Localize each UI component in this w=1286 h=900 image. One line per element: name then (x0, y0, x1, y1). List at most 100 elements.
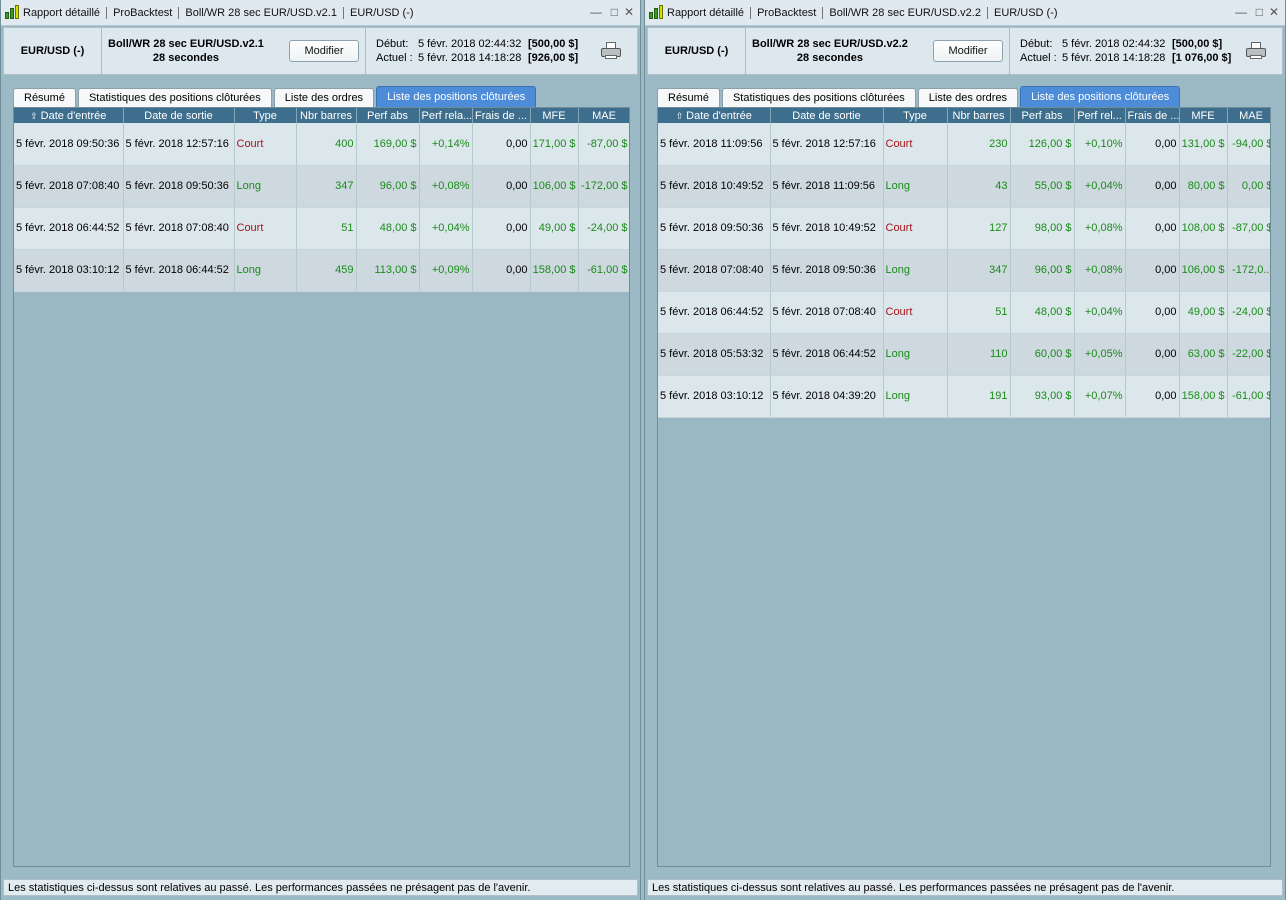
cell-mfe: 131,00 $ (1179, 123, 1228, 166)
cell-bar-count: 191 (947, 375, 1011, 418)
cell-type: Court (883, 291, 948, 334)
tab-closed-position-stats[interactable]: Statistiques des positions clôturées (721, 88, 916, 107)
column-header-type[interactable]: Type (883, 108, 948, 123)
column-header-bar-count[interactable]: Nbr barres (296, 108, 357, 123)
cell-bar-count: 43 (947, 165, 1011, 208)
cell-perf-abs: 60,00 $ (1010, 333, 1075, 376)
table-row[interactable]: 5 févr. 2018 11:09:56 5 févr. 2018 12:57:… (658, 123, 1270, 166)
minimize-icon[interactable]: — (590, 5, 602, 19)
modify-button[interactable]: Modifier (289, 40, 359, 62)
tab-closed-position-stats[interactable]: Statistiques des positions clôturées (77, 88, 272, 107)
column-header-mfe[interactable]: MFE (1179, 108, 1228, 123)
column-header-label: Date d'entrée (686, 109, 752, 122)
tab-order-list[interactable]: Liste des ordres (917, 88, 1019, 107)
printer-icon[interactable] (1246, 42, 1266, 60)
cell-exit-date: 5 févr. 2018 07:08:40 (123, 207, 235, 250)
table-header-row: ⇧ Date d'entrée Date de sortie Type Nbr barr… (14, 108, 629, 123)
column-header-perf-abs[interactable]: Perf abs (1010, 108, 1075, 123)
maximize-icon[interactable]: □ (1256, 5, 1263, 19)
column-header-exit-date[interactable]: Date de sortie (123, 108, 235, 123)
minimize-icon[interactable]: — (1235, 5, 1247, 19)
cell-perf-rel: +0,08% (419, 165, 473, 208)
table-row[interactable]: 5 févr. 2018 05:53:32 5 févr. 2018 06:44:… (658, 333, 1270, 376)
column-header-entry-date[interactable]: ⇧ Date d'entrée (14, 108, 124, 123)
column-header-label: Date d'entrée (40, 109, 107, 122)
table-row[interactable]: 5 févr. 2018 03:10:12 5 févr. 2018 06:44:… (14, 249, 629, 292)
cell-fees: 0,00 (472, 207, 531, 250)
tab-order-list[interactable]: Liste des ordres (273, 88, 375, 107)
cell-bar-count: 347 (296, 165, 357, 208)
tab-closed-position-list[interactable]: Liste des positions clôturées (1020, 86, 1181, 107)
column-header-label: Date de sortie (144, 109, 213, 122)
table-row[interactable]: 5 févr. 2018 06:44:52 5 févr. 2018 07:08:… (658, 291, 1270, 334)
column-header-mfe[interactable]: MFE (530, 108, 579, 123)
current-amount: [926,00 $] (528, 52, 579, 64)
table-header-row: ⇧ Date d'entrée Date de sortie Type Nbr barr… (658, 108, 1270, 123)
report-header: EUR/USD (-) Boll/WR 28 sec EUR/USD.v2.1 … (3, 27, 638, 75)
table-row[interactable]: 5 févr. 2018 09:50:36 5 févr. 2018 10:49:… (658, 207, 1270, 250)
title-separator (750, 6, 752, 19)
report-window-v2-1: Rapport détaillé ProBacktest Boll/WR 28 … (0, 0, 641, 900)
column-header-fees[interactable]: Frais de ... (472, 108, 531, 123)
table-row[interactable]: 5 févr. 2018 06:44:52 5 févr. 2018 07:08:… (14, 207, 629, 250)
cell-mfe: 158,00 $ (1179, 375, 1228, 418)
close-icon[interactable]: ✕ (1269, 5, 1279, 19)
table-row[interactable]: 5 févr. 2018 07:08:40 5 févr. 2018 09:50:… (658, 249, 1270, 292)
cell-type: Long (234, 165, 297, 208)
column-header-label: MFE (1191, 109, 1215, 122)
start-amount: [500,00 $] (1172, 38, 1223, 50)
cell-bar-count: 110 (947, 333, 1011, 376)
modify-button[interactable]: Modifier (933, 40, 1003, 62)
tab-summary[interactable]: Résumé (657, 88, 720, 107)
cell-exit-date: 5 févr. 2018 07:08:40 (770, 291, 884, 334)
strategy-name: Boll/WR 28 sec EUR/USD.v2.1 (108, 38, 264, 50)
cell-type: Court (883, 123, 948, 166)
closed-positions-table[interactable]: ⇧ Date d'entrée Date de sortie Type Nbr barr… (13, 107, 630, 867)
column-header-perf-rel[interactable]: Perf rel... (1074, 108, 1126, 123)
tab-summary[interactable]: Résumé (13, 88, 76, 107)
tab-closed-position-list[interactable]: Liste des positions clôturées (376, 86, 537, 107)
cell-perf-rel: +0,14% (419, 123, 473, 166)
column-header-perf-abs[interactable]: Perf abs (356, 108, 420, 123)
column-header-type[interactable]: Type (234, 108, 297, 123)
column-header-bar-count[interactable]: Nbr barres (947, 108, 1011, 123)
column-header-label: Perf abs (367, 109, 408, 122)
header-dates-cell: Début: 5 févr. 2018 02:44:32 [500,00 $] … (366, 28, 637, 74)
cell-type: Court (234, 207, 297, 250)
title-separator (106, 6, 108, 19)
closed-positions-table[interactable]: ⇧ Date d'entrée Date de sortie Type Nbr barr… (657, 107, 1271, 867)
table-row[interactable]: 5 févr. 2018 03:10:12 5 févr. 2018 04:39:… (658, 375, 1270, 418)
title-separator (342, 6, 344, 19)
close-icon[interactable]: ✕ (624, 5, 634, 19)
title-app: ProBacktest (113, 6, 173, 19)
column-header-exit-date[interactable]: Date de sortie (770, 108, 884, 123)
window-titlebar[interactable]: Rapport détaillé ProBacktest Boll/WR 28 … (645, 0, 1285, 26)
printer-icon[interactable] (601, 42, 621, 60)
cell-perf-abs: 126,00 $ (1010, 123, 1075, 166)
column-header-mae[interactable]: MAE (578, 108, 629, 123)
cell-entry-date: 5 févr. 2018 10:49:52 (658, 165, 771, 208)
cell-entry-date: 5 févr. 2018 07:08:40 (14, 165, 124, 208)
column-header-fees[interactable]: Frais de ... (1125, 108, 1180, 123)
sort-ascending-icon: ⇧ (30, 110, 38, 121)
cell-perf-rel: +0,07% (1074, 375, 1126, 418)
cell-fees: 0,00 (472, 249, 531, 292)
table-row[interactable]: 5 févr. 2018 07:08:40 5 févr. 2018 09:50:… (14, 165, 629, 208)
cell-exit-date: 5 févr. 2018 12:57:16 (770, 123, 884, 166)
cell-entry-date: 5 févr. 2018 06:44:52 (658, 291, 771, 334)
start-label: Début: (1020, 38, 1053, 50)
probacktest-logo-icon (648, 5, 665, 20)
report-header: EUR/USD (-) Boll/WR 28 sec EUR/USD.v2.2 … (647, 27, 1283, 75)
cell-mfe: 106,00 $ (1179, 249, 1228, 292)
table-row[interactable]: 5 févr. 2018 10:49:52 5 févr. 2018 11:09:… (658, 165, 1270, 208)
column-header-perf-rel[interactable]: Perf rela... (419, 108, 473, 123)
cell-exit-date: 5 févr. 2018 06:44:52 (123, 249, 235, 292)
table-row[interactable]: 5 févr. 2018 09:50:36 5 févr. 2018 12:57:… (14, 123, 629, 166)
cell-type: Long (234, 249, 297, 292)
column-header-entry-date[interactable]: ⇧ Date d'entrée (658, 108, 771, 123)
window-titlebar[interactable]: Rapport détaillé ProBacktest Boll/WR 28 … (1, 0, 640, 26)
cell-perf-rel: +0,05% (1074, 333, 1126, 376)
column-header-mae[interactable]: MAE (1227, 108, 1270, 123)
title-strategy: Boll/WR 28 sec EUR/USD.v2.1 (185, 6, 337, 19)
maximize-icon[interactable]: □ (611, 5, 618, 19)
